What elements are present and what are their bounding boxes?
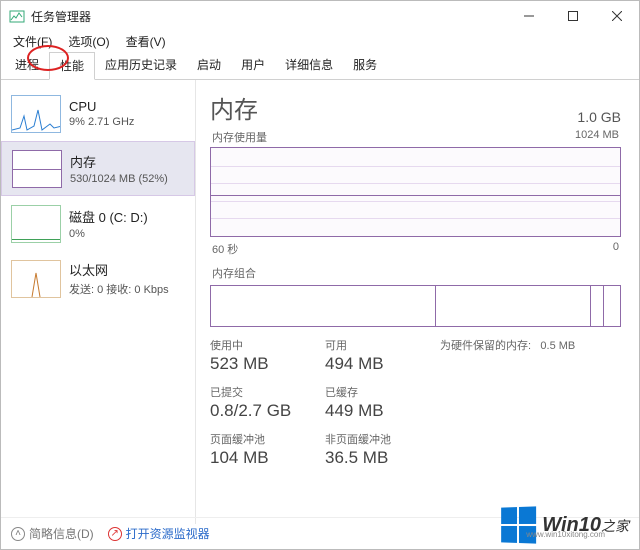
sidebar-item-disk[interactable]: 磁盘 0 (C: D:) 0% <box>1 196 195 251</box>
sidebar-item-cpu[interactable]: CPU 9% 2.71 GHz <box>1 86 195 141</box>
sidebar-cpu-sub: 9% 2.71 GHz <box>69 116 134 128</box>
tab-app-history[interactable]: 应用历史记录 <box>95 52 187 80</box>
sidebar-item-memory[interactable]: 内存 530/1024 MB (52%) <box>1 141 195 196</box>
sidebar-net-sub: 发送: 0 接收: 0 Kbps <box>69 281 169 297</box>
stat-nonpaged-label: 非页面缓冲池 <box>325 431 440 447</box>
sidebar-memory-sub: 530/1024 MB (52%) <box>70 173 168 185</box>
open-resource-monitor-link[interactable]: ↗ 打开资源监视器 <box>108 525 210 542</box>
minimize-button[interactable] <box>507 1 551 31</box>
fewer-details-button[interactable]: ˄ 简略信息(D) <box>11 525 94 542</box>
stat-cached-value: 449 MB <box>325 401 440 421</box>
graph-xright: 0 <box>613 241 619 257</box>
stat-reserved-label: 为硬件保留的内存: <box>440 340 531 352</box>
stat-paged-label: 页面缓冲池 <box>210 431 325 447</box>
titlebar: 任务管理器 <box>1 1 639 31</box>
disk-thumb-icon <box>11 205 61 243</box>
sidebar-memory-name: 内存 <box>70 152 168 171</box>
page-title: 内存 <box>210 90 258 125</box>
tab-processes[interactable]: 进程 <box>5 52 49 80</box>
stat-available-value: 494 MB <box>325 354 440 374</box>
stat-committed-value: 0.8/2.7 GB <box>210 401 325 421</box>
tab-startup[interactable]: 启动 <box>187 52 231 80</box>
cpu-thumb-icon <box>11 95 61 133</box>
stat-inuse-label: 使用中 <box>210 337 325 353</box>
tab-users[interactable]: 用户 <box>231 52 275 80</box>
memory-capacity: 1.0 GB <box>577 109 621 125</box>
tab-strip: 进程 性能 应用历史记录 启动 用户 详细信息 服务 <box>1 51 639 80</box>
maximize-button[interactable] <box>551 1 595 31</box>
watermark-url: www.win10xitong.com <box>526 530 605 539</box>
main-panel: 内存 1.0 GB 内存使用量 1024 MB 60 秒 0 内存组合 使用中 … <box>196 80 639 524</box>
stat-paged-value: 104 MB <box>210 448 325 468</box>
stat-available-label: 可用 <box>325 337 440 353</box>
stat-cached-label: 已缓存 <box>325 384 440 400</box>
tab-performance[interactable]: 性能 <box>49 52 95 80</box>
menu-file[interactable]: 文件(F) <box>5 31 60 52</box>
graph-label: 内存使用量 <box>212 129 267 145</box>
content-area: CPU 9% 2.71 GHz 内存 530/1024 MB (52%) 磁盘 … <box>1 80 639 524</box>
graph-max: 1024 MB <box>575 129 619 145</box>
memory-thumb-icon <box>12 150 62 188</box>
tab-services[interactable]: 服务 <box>343 52 387 80</box>
sidebar-cpu-name: CPU <box>69 99 134 114</box>
menu-view[interactable]: 查看(V) <box>118 31 174 52</box>
tab-details[interactable]: 详细信息 <box>275 52 343 80</box>
memory-usage-graph <box>210 147 621 237</box>
memory-composition-bar <box>210 285 621 327</box>
menubar: 文件(F) 选项(O) 查看(V) <box>1 31 639 51</box>
watermark: Win10之家 www.win10xitong.com <box>500 507 629 543</box>
menu-options[interactable]: 选项(O) <box>60 31 117 52</box>
graph-xleft: 60 秒 <box>212 241 238 257</box>
chevron-up-icon: ˄ <box>11 527 25 541</box>
sidebar-disk-name: 磁盘 0 (C: D:) <box>69 207 148 226</box>
window-title: 任务管理器 <box>31 8 507 25</box>
sidebar-item-ethernet[interactable]: 以太网 发送: 0 接收: 0 Kbps <box>1 251 195 306</box>
app-icon <box>9 8 25 24</box>
net-thumb-icon <box>11 260 61 298</box>
sidebar: CPU 9% 2.71 GHz 内存 530/1024 MB (52%) 磁盘 … <box>1 80 196 524</box>
stat-nonpaged-value: 36.5 MB <box>325 448 440 468</box>
composition-label: 内存组合 <box>212 265 256 281</box>
sidebar-disk-sub: 0% <box>69 228 148 240</box>
sidebar-net-name: 以太网 <box>69 260 169 279</box>
stat-reserved-value: 0.5 MB <box>540 340 575 352</box>
resmon-icon: ↗ <box>108 527 122 541</box>
watermark-suffix: 之家 <box>601 518 629 534</box>
close-button[interactable] <box>595 1 639 31</box>
stat-inuse-value: 523 MB <box>210 354 325 374</box>
stat-committed-label: 已提交 <box>210 384 325 400</box>
stats-grid: 使用中 523 MB 可用 494 MB 为硬件保留的内存: 0.5 MB 已提… <box>210 337 621 478</box>
